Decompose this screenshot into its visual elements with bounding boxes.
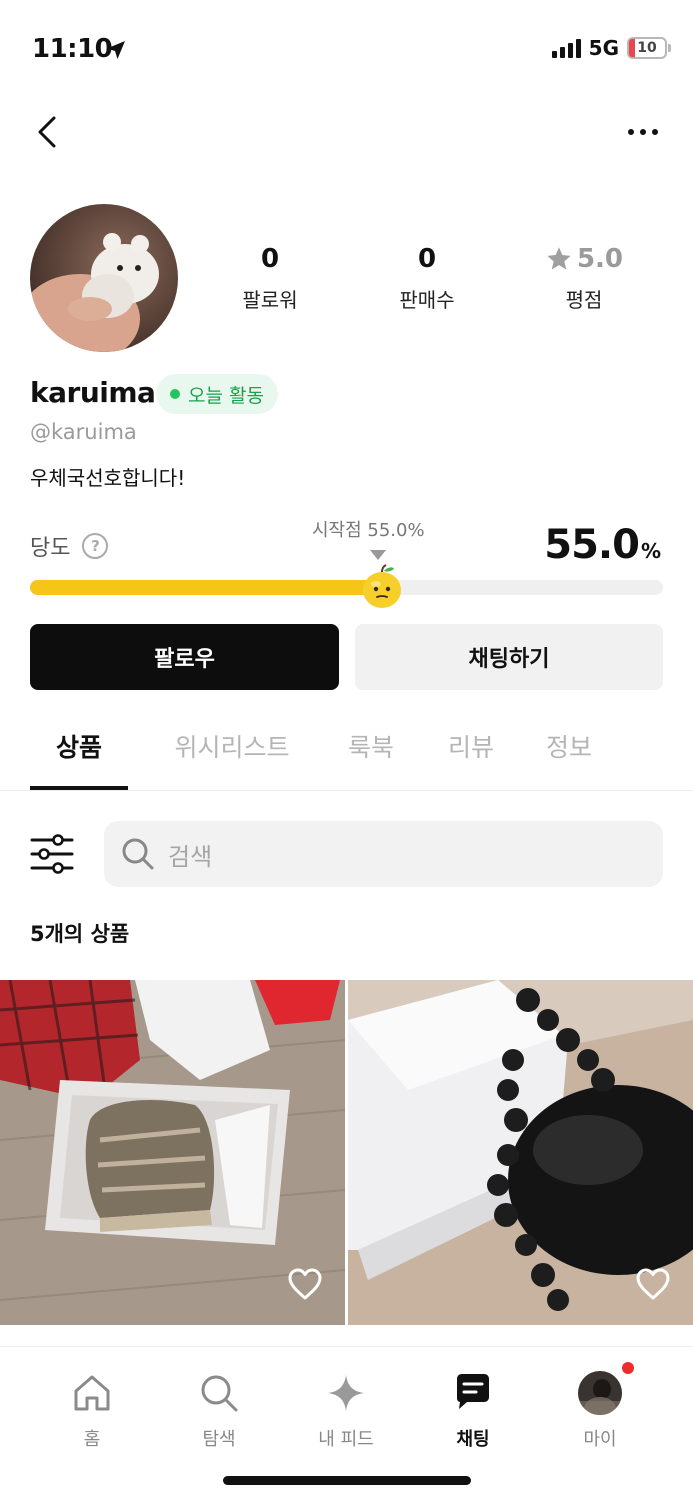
stat-followers[interactable]: 0 팔로워 (210, 244, 330, 313)
product-card[interactable] (0, 980, 345, 1325)
username: karuima (30, 376, 156, 409)
tab-reviews[interactable]: 리뷰 (416, 720, 526, 790)
active-dot-icon (170, 389, 180, 399)
nav-home[interactable]: 홈 (32, 1371, 152, 1451)
status-indicators: 5G 10 (551, 36, 671, 60)
product-count: 5개의 상품 (30, 922, 130, 946)
search-input[interactable]: 검색 (104, 821, 663, 887)
nav-feed-label: 내 피드 (318, 1429, 374, 1450)
nav-my[interactable]: 마이 (540, 1371, 660, 1451)
search-icon (201, 1375, 238, 1412)
active-today-badge: 오늘 활동 (156, 374, 278, 414)
rating-label: 평점 (565, 288, 603, 312)
nav-home-label: 홈 (83, 1429, 101, 1450)
sparkle-icon (328, 1375, 364, 1411)
status-time: 11:10 (32, 34, 113, 64)
star-icon (547, 247, 571, 270)
user-bio: 우체국선호합니다! (30, 466, 186, 490)
stat-sales[interactable]: 0 판매수 (367, 244, 487, 313)
sales-count: 0 (417, 244, 437, 274)
start-marker-icon (370, 550, 386, 560)
sweetness-unit: % (640, 539, 661, 563)
tab-divider (0, 790, 693, 791)
battery-icon: 10 (627, 37, 671, 59)
signal-icon (551, 38, 581, 58)
sweetness-label-group: 당도 ? (30, 530, 109, 562)
battery-level: 10 (637, 40, 657, 56)
follow-button[interactable]: 팔로우 (30, 624, 339, 690)
sweetness-start-label: 시작점 55.0% (312, 520, 425, 541)
search-icon (122, 838, 154, 870)
nav-chat[interactable]: 채팅 (413, 1371, 533, 1451)
sweetness-bar-fill (30, 580, 379, 595)
sweetness-label: 당도 (30, 536, 71, 561)
back-icon[interactable] (30, 112, 70, 152)
heart-icon[interactable] (287, 1267, 323, 1301)
sales-label: 판매수 (399, 288, 455, 312)
notification-dot (622, 1362, 634, 1374)
nav-feed[interactable]: 내 피드 (286, 1371, 406, 1451)
home-icon (74, 1375, 110, 1411)
profile-tabs: 상품 위시리스트 룩북 리뷰 정보 (30, 720, 612, 792)
nav-explore-label: 탐색 (202, 1429, 236, 1450)
active-badge-label: 오늘 활동 (188, 384, 264, 407)
home-indicator (223, 1476, 471, 1485)
apple-face-icon (363, 564, 401, 608)
profile-avatar[interactable] (30, 204, 178, 352)
tab-wishlist[interactable]: 위시리스트 (128, 720, 326, 790)
search-placeholder: 검색 (168, 842, 213, 871)
nav-explore[interactable]: 탐색 (159, 1371, 279, 1451)
followers-count: 0 (260, 244, 280, 274)
stat-rating[interactable]: 5.0 평점 (524, 244, 644, 313)
chat-bubble-icon (457, 1374, 489, 1409)
followers-label: 팔로워 (242, 288, 298, 312)
network-type: 5G (588, 36, 619, 60)
nav-chat-label: 채팅 (456, 1429, 490, 1450)
nav-my-label: 마이 (583, 1429, 617, 1450)
chat-button[interactable]: 채팅하기 (355, 624, 663, 690)
sweetness-value: 55.0 % (544, 522, 661, 568)
my-avatar (578, 1371, 622, 1415)
help-icon[interactable]: ? (82, 533, 109, 559)
tab-lookbook[interactable]: 룩북 (326, 720, 416, 790)
tab-info[interactable]: 정보 (526, 720, 612, 790)
sweetness-number: 55.0 (544, 522, 640, 568)
user-handle: @karuima (30, 420, 137, 444)
heart-icon[interactable] (635, 1267, 671, 1301)
rating-value: 5.0 (576, 244, 624, 274)
filter-icon[interactable] (30, 834, 74, 874)
sweetness-bar (30, 580, 663, 595)
product-card[interactable] (348, 980, 693, 1325)
tab-products[interactable]: 상품 (30, 720, 128, 790)
location-arrow-icon (107, 41, 125, 59)
more-options-icon[interactable] (623, 118, 663, 146)
